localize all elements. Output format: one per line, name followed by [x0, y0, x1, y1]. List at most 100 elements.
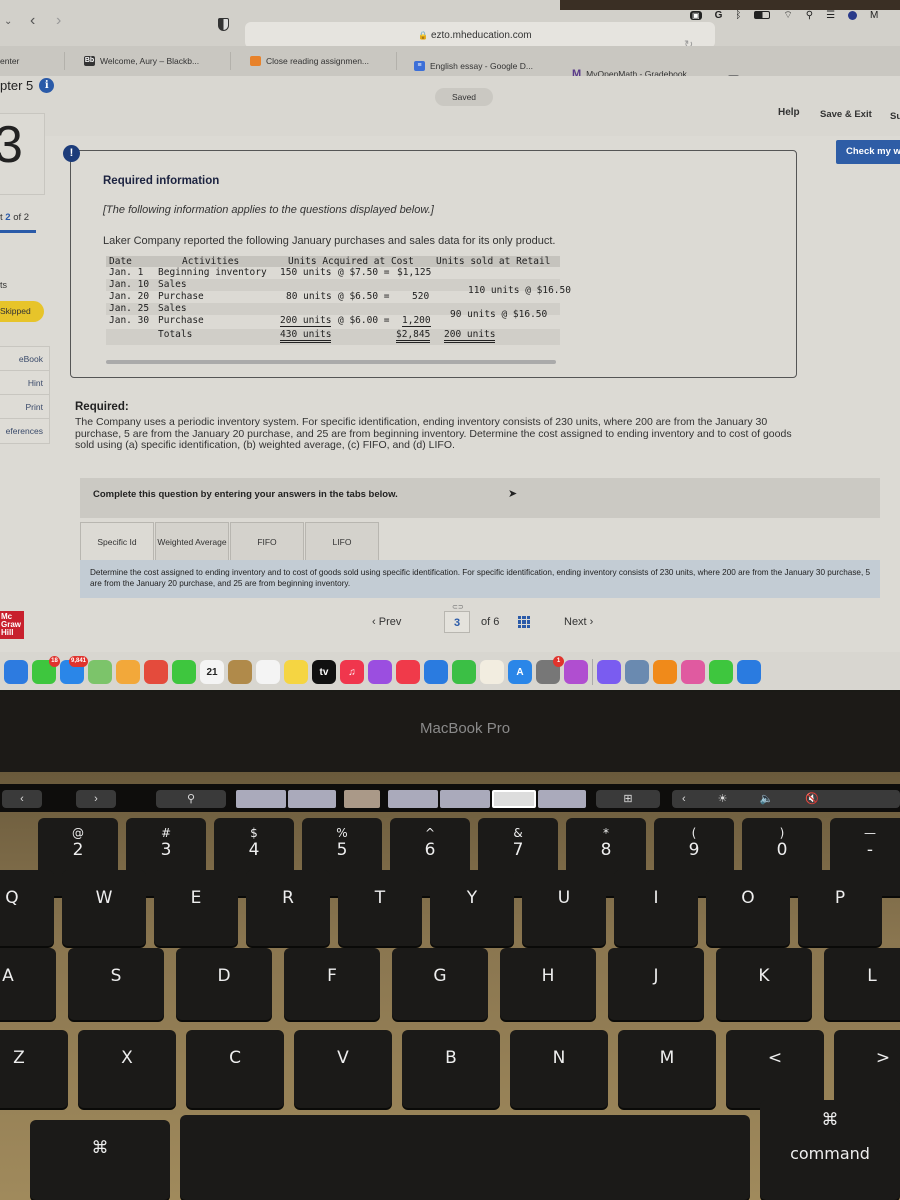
touchbar-tab-thumbnail[interactable]: [344, 790, 380, 808]
books-icon[interactable]: [653, 660, 677, 684]
key-space[interactable]: [180, 1115, 750, 1200]
key-t[interactable]: T: [338, 870, 422, 946]
news-icon[interactable]: [396, 660, 420, 684]
safari-icon[interactable]: [4, 660, 28, 684]
save-exit-button[interactable]: Save & Exit: [820, 109, 872, 120]
key-i[interactable]: I: [614, 870, 698, 946]
key-period[interactable]: >: [834, 1030, 900, 1108]
key-a[interactable]: A: [0, 948, 56, 1020]
ebook-link[interactable]: eBook: [0, 347, 49, 371]
zoom-app-icon[interactable]: [737, 660, 761, 684]
key-e[interactable]: E: [154, 870, 238, 946]
notes-icon[interactable]: [284, 660, 308, 684]
battery-icon[interactable]: [754, 11, 771, 19]
next-button[interactable]: Next ›: [564, 616, 593, 628]
key-l[interactable]: L: [824, 948, 900, 1020]
key-k[interactable]: K: [716, 948, 812, 1020]
podcasts-icon[interactable]: [368, 660, 392, 684]
tab-specific-id[interactable]: Specific Id: [80, 522, 154, 560]
pages-icon[interactable]: [480, 660, 504, 684]
bluetooth-icon[interactable]: ᛒ: [735, 10, 741, 21]
tab-overview-chevron-icon[interactable]: ⌄: [4, 16, 12, 27]
contacts-icon[interactable]: [228, 660, 252, 684]
touchbar-back-icon[interactable]: ‹: [2, 790, 42, 808]
key-r[interactable]: R: [246, 870, 330, 946]
facetime-icon[interactable]: [172, 660, 196, 684]
key-b[interactable]: B: [402, 1030, 500, 1108]
tab-weighted-average[interactable]: Weighted Average: [155, 522, 229, 560]
key-v[interactable]: V: [294, 1030, 392, 1108]
keynote-icon[interactable]: [424, 660, 448, 684]
cleaner-icon[interactable]: [564, 660, 588, 684]
submit-button[interactable]: Su: [890, 111, 900, 122]
touchbar-tab-thumbnail[interactable]: [440, 790, 490, 808]
key-s[interactable]: S: [68, 948, 164, 1020]
tab-blackboard[interactable]: Bb Welcome, Aury – Blackb...: [84, 50, 199, 72]
key-m[interactable]: M: [618, 1030, 716, 1108]
mail-icon[interactable]: 9,841: [60, 656, 88, 684]
touchbar-new-tab-icon[interactable]: ⊞: [596, 790, 660, 808]
key-j[interactable]: J: [608, 948, 704, 1020]
current-page-box[interactable]: 3: [444, 611, 470, 633]
control-center-icon[interactable]: ☰: [826, 10, 835, 21]
key-n[interactable]: N: [510, 1030, 608, 1108]
music-icon[interactable]: ♫: [340, 660, 364, 684]
tab-english-essay[interactable]: ≡ English essay - Google D...: [414, 55, 533, 77]
key-d[interactable]: D: [176, 948, 272, 1020]
reminders-icon[interactable]: [256, 660, 280, 684]
photos-icon[interactable]: [116, 660, 140, 684]
touchbar-tab-thumbnail[interactable]: [388, 790, 438, 808]
help-button[interactable]: Help: [778, 107, 800, 118]
key-c[interactable]: C: [186, 1030, 284, 1108]
grammarly-icon[interactable]: G: [715, 10, 723, 21]
touchbar-tab-thumbnail[interactable]: [288, 790, 336, 808]
check-my-work-button[interactable]: Check my w: [836, 140, 900, 164]
key-h[interactable]: H: [500, 948, 596, 1020]
print-link[interactable]: Print: [0, 395, 49, 419]
numbers-icon[interactable]: [452, 660, 476, 684]
touchbar-tab-thumbnail[interactable]: [538, 790, 586, 808]
touchbar-search-icon[interactable]: ⚲: [156, 790, 226, 808]
key-w[interactable]: W: [62, 870, 146, 946]
touchbar-control-strip[interactable]: ‹☀🔈🔇: [672, 790, 900, 808]
tab-0[interactable]: enter: [0, 50, 19, 72]
whatsapp-icon[interactable]: [709, 660, 733, 684]
privacy-shield-icon[interactable]: [218, 18, 229, 31]
prev-button[interactable]: ‹ Prev: [372, 616, 401, 628]
color-picker-icon[interactable]: [681, 660, 705, 684]
back-button[interactable]: ‹: [30, 12, 35, 30]
key-o[interactable]: O: [706, 870, 790, 946]
references-link[interactable]: eferences: [0, 419, 49, 443]
tab-fifo[interactable]: FIFO: [230, 522, 304, 560]
wifi-icon[interactable]: ⌔: [783, 9, 792, 22]
system-preferences-icon[interactable]: 1: [536, 656, 564, 684]
key-z[interactable]: Z: [0, 1030, 68, 1108]
info-icon[interactable]: i: [39, 78, 55, 93]
messages-icon[interactable]: 18: [32, 656, 60, 684]
key-left-command[interactable]: ⌘: [30, 1120, 170, 1200]
forward-button[interactable]: ›: [56, 12, 61, 30]
tab-lifo[interactable]: LIFO: [305, 522, 379, 560]
search-icon[interactable]: ⚲: [806, 10, 813, 21]
zoom-icon[interactable]: ▣: [690, 10, 702, 20]
touchbar-tab-thumbnail-active[interactable]: [492, 790, 536, 808]
key-y[interactable]: Y: [430, 870, 514, 946]
appletv-icon[interactable]: tv: [312, 660, 336, 684]
app-store-icon[interactable]: A: [508, 660, 532, 684]
url-text[interactable]: 🔒 ezto.mheducation.com: [418, 30, 532, 41]
key-u[interactable]: U: [522, 870, 606, 946]
maps-icon[interactable]: [88, 660, 112, 684]
key-q[interactable]: Q: [0, 870, 54, 946]
touchbar-tab-thumbnail[interactable]: [236, 790, 286, 808]
messenger-icon[interactable]: [597, 660, 621, 684]
key-p[interactable]: P: [798, 870, 882, 946]
chrome-icon[interactable]: [144, 660, 168, 684]
key-g[interactable]: G: [392, 948, 488, 1020]
key-x[interactable]: X: [78, 1030, 176, 1108]
question-grid-icon[interactable]: [518, 616, 530, 628]
calendar-icon[interactable]: 21: [200, 660, 224, 684]
hint-link[interactable]: Hint: [0, 371, 49, 395]
touchbar-forward-icon[interactable]: ›: [76, 790, 116, 808]
key-right-command[interactable]: ⌘ command: [760, 1100, 900, 1200]
siri-icon[interactable]: [848, 10, 858, 20]
